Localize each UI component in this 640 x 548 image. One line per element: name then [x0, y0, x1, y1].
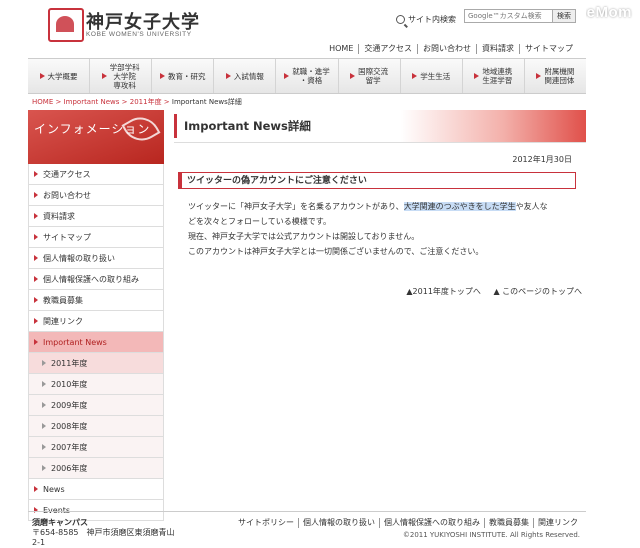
logo-subtitle: KOBE WOMEN'S UNIVERSITY: [86, 31, 192, 38]
sidebar-list: 交通アクセス お問い合わせ 資料請求 サイトマップ 個人情報の取り扱い 個人情報…: [28, 164, 164, 521]
sidebar-item-recruit[interactable]: 教職員募集: [29, 290, 163, 311]
arrow-right-icon: [42, 423, 46, 429]
arrow-right-icon: [42, 444, 46, 450]
sidebar-item-links[interactable]: 関連リンク: [29, 311, 163, 332]
page-title: Important News詳細: [174, 110, 586, 143]
highlighted-text: 大学関連のつぶやきをした学生: [403, 202, 516, 211]
footer-divider: [28, 511, 586, 512]
campus-info: 須磨キャンパス 〒654-8585 神戸市須磨区東須磨青山 2-1: [32, 518, 175, 548]
topnav-home[interactable]: HOME: [324, 44, 358, 54]
crest-icon: [48, 8, 84, 42]
footer-link-privacy-policy[interactable]: 個人情報保護への取り組み: [379, 518, 484, 528]
sidebar: インフォメーション 交通アクセス お問い合わせ 資料請求 サイトマップ 個人情報…: [28, 110, 164, 521]
sidebar-item-important-news[interactable]: Important News: [29, 332, 163, 353]
arrow-right-icon: [34, 255, 38, 261]
topnav-access[interactable]: 交通アクセス: [358, 44, 417, 54]
copyright: ©2011 YUKIYOSHI INSTITUTE. All Rights Re…: [402, 531, 580, 539]
footer-link-site-policy[interactable]: サイトポリシー: [234, 518, 298, 528]
arrow-right-icon: [34, 213, 38, 219]
arrow-right-icon: [101, 73, 107, 79]
sidebar-subitem-2006[interactable]: 2006年度: [29, 458, 163, 479]
page-links: ▲2011年度トップへ ▲ このページのトップへ: [396, 286, 582, 297]
top-nav: HOME 交通アクセス お問い合わせ 資料請求 サイトマップ: [324, 44, 578, 54]
arrow-right-icon: [34, 318, 38, 324]
main-nav: 大学概要 学部学科 大学院 専攻科 教育・研究 入試情報 就職・進学 ・資格 国…: [28, 58, 586, 94]
sidebar-subitem-2007[interactable]: 2007年度: [29, 437, 163, 458]
breadcrumb-current: Important News詳細: [171, 98, 242, 106]
mainnav-item[interactable]: 入試情報: [213, 59, 275, 93]
news-body: ツイッターに「神戸女子大学」を名乗るアカウントがあり、大学関連のつぶやきをした学…: [188, 199, 576, 259]
search-input[interactable]: [464, 9, 554, 23]
sidebar-subitem-2008[interactable]: 2008年度: [29, 416, 163, 437]
sidebar-subitem-2011[interactable]: 2011年度: [29, 353, 163, 374]
sidebar-item-access[interactable]: 交通アクセス: [29, 164, 163, 185]
site-search-label: サイト内検索: [396, 14, 456, 25]
arrow-right-icon: [474, 73, 480, 79]
sidebar-heading: インフォメーション: [28, 110, 164, 164]
mainnav-item[interactable]: 学部学科 大学院 専攻科: [89, 59, 151, 93]
breadcrumb-home[interactable]: HOME: [32, 98, 53, 106]
arrow-right-icon: [42, 381, 46, 387]
arrow-right-icon: [225, 73, 231, 79]
arrow-right-icon: [284, 73, 290, 79]
topnav-contact[interactable]: お問い合わせ: [417, 44, 476, 54]
mainnav-item[interactable]: 教育・研究: [151, 59, 213, 93]
page: 神戸女子大学 KOBE WOMEN'S UNIVERSITY サイト内検索 検索…: [28, 0, 586, 548]
sidebar-subitem-2010[interactable]: 2010年度: [29, 374, 163, 395]
arrow-right-icon: [42, 465, 46, 471]
search-button[interactable]: 検索: [552, 9, 576, 23]
news-paragraph: ツイッターに「神戸女子大学」を名乗るアカウントがあり、大学関連のつぶやきをした学…: [188, 202, 548, 226]
arrow-right-icon: [160, 73, 166, 79]
arrow-right-icon: [34, 507, 38, 513]
mainnav-item[interactable]: 大学概要: [28, 59, 89, 93]
news-paragraph: このアカウントは神戸女子大学とは一切関係ございませんので、ご注意ください。: [188, 247, 484, 256]
arrow-right-icon: [34, 339, 38, 345]
arrow-right-icon: [412, 73, 418, 79]
footer-nav: サイトポリシー 個人情報の取り扱い 個人情報保護への取り組み 教職員募集 関連リ…: [234, 518, 582, 528]
main-content: Important News詳細 2012年1月30日 ツイッターの偽アカウント…: [174, 110, 586, 296]
arrow-right-icon: [350, 73, 356, 79]
breadcrumb: HOME > Important News > 2011年度 > Importa…: [32, 98, 242, 106]
quill-icon: [121, 110, 161, 148]
arrow-right-icon: [39, 73, 45, 79]
sidebar-item-request[interactable]: 資料請求: [29, 206, 163, 227]
sidebar-subitem-2009[interactable]: 2009年度: [29, 395, 163, 416]
arrow-right-icon: [34, 276, 38, 282]
arrow-right-icon: [536, 73, 542, 79]
arrow-right-icon: [34, 192, 38, 198]
news-title: ツイッターの偽アカウントにご注意ください: [178, 172, 576, 189]
footer-link-privacy[interactable]: 個人情報の取り扱い: [298, 518, 379, 528]
mainnav-item[interactable]: 就職・進学 ・資格: [275, 59, 337, 93]
sidebar-item-privacy[interactable]: 個人情報の取り扱い: [29, 248, 163, 269]
sidebar-item-contact[interactable]: お問い合わせ: [29, 185, 163, 206]
page-top-link[interactable]: ▲ このページのトップへ: [493, 287, 582, 296]
mainnav-item[interactable]: 地域連携 生涯学習: [461, 59, 524, 93]
topnav-request[interactable]: 資料請求: [476, 44, 519, 54]
topnav-sitemap[interactable]: サイトマップ: [519, 44, 578, 54]
mainnav-item[interactable]: 附属機関 関連団体: [523, 59, 586, 93]
arrow-right-icon: [42, 360, 46, 366]
sidebar-item-privacy-policy[interactable]: 個人情報保護への取り組み: [29, 269, 163, 290]
campus-address: 〒654-8585 神戸市須磨区東須磨青山: [32, 528, 175, 537]
university-logo[interactable]: 神戸女子大学 KOBE WOMEN'S UNIVERSITY: [48, 8, 208, 42]
search-icon: [396, 15, 405, 24]
arrow-right-icon: [42, 402, 46, 408]
news-date: 2012年1月30日: [512, 155, 572, 164]
news-paragraph: 現在、神戸女子大学では公式アカウントは開設しておりません。: [188, 232, 420, 241]
sidebar-item-news[interactable]: News: [29, 479, 163, 500]
arrow-right-icon: [34, 486, 38, 492]
arrow-right-icon: [34, 171, 38, 177]
footer-link-links[interactable]: 関連リンク: [533, 518, 582, 528]
breadcrumb-important-news[interactable]: Important News: [64, 98, 120, 106]
breadcrumb-year[interactable]: 2011年度: [130, 98, 162, 106]
mainnav-item[interactable]: 学生生活: [399, 59, 462, 93]
sidebar-item-sitemap[interactable]: サイトマップ: [29, 227, 163, 248]
year-top-link[interactable]: ▲2011年度トップへ: [406, 287, 481, 296]
campus-name: 須磨キャンパス: [32, 518, 88, 527]
footer-link-recruit[interactable]: 教職員募集: [484, 518, 533, 528]
mainnav-item[interactable]: 国際交流 留学: [337, 59, 400, 93]
arrow-right-icon: [34, 234, 38, 240]
arrow-right-icon: [34, 297, 38, 303]
